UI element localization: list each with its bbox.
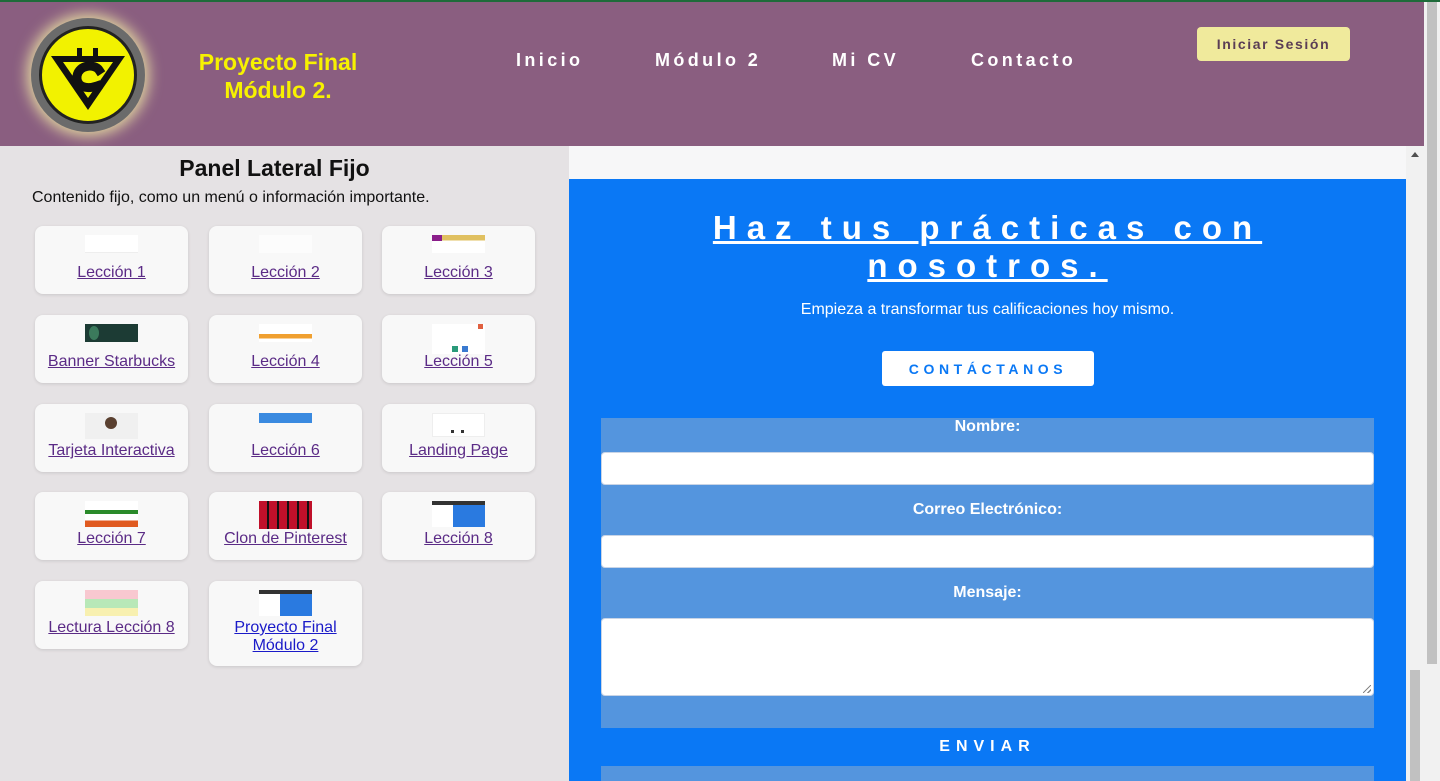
content-scrollbar-thumb[interactable] bbox=[1410, 670, 1420, 781]
brand-line-2: Módulo 2. bbox=[224, 77, 332, 103]
name-field[interactable] bbox=[601, 452, 1374, 485]
page-scrollbar[interactable] bbox=[1424, 2, 1440, 781]
lesson-thumbnail bbox=[259, 413, 312, 423]
name-label: Nombre: bbox=[954, 418, 1021, 435]
hero-subtitle: Empieza a transformar tus calificaciones… bbox=[800, 301, 1175, 318]
lesson-thumbnail bbox=[259, 501, 312, 529]
lesson-link[interactable]: Proyecto Final Módulo 2 bbox=[209, 619, 362, 655]
lesson-link[interactable]: Lección 6 bbox=[209, 442, 362, 460]
nav-mi-cv[interactable]: Mi CV bbox=[832, 50, 899, 71]
lesson-link[interactable]: Banner Starbucks bbox=[35, 353, 188, 371]
lesson-thumbnail bbox=[85, 235, 138, 253]
lesson-link[interactable]: Clon de Pinterest bbox=[209, 530, 362, 548]
lesson-link[interactable]: Lección 7 bbox=[35, 530, 188, 548]
main-top-strip bbox=[569, 146, 1406, 179]
lesson-thumbnail bbox=[432, 235, 485, 253]
lesson-thumbnail bbox=[432, 413, 485, 437]
sidebar-title: Panel Lateral Fijo bbox=[179, 155, 370, 181]
site-header: Proyecto Final Módulo 2. Inicio Módulo 2… bbox=[0, 2, 1424, 146]
lesson-thumbnail bbox=[432, 324, 485, 354]
logo-glyph bbox=[51, 48, 125, 110]
lesson-card[interactable]: Lectura Lección 8 bbox=[35, 581, 188, 649]
lesson-link[interactable]: Lección 1 bbox=[35, 264, 188, 282]
brand-title: Proyecto Final Módulo 2. bbox=[178, 48, 378, 104]
lesson-thumbnail bbox=[85, 590, 138, 616]
lesson-card[interactable]: Lección 2 bbox=[209, 226, 362, 294]
lesson-link[interactable]: Lectura Lección 8 bbox=[35, 619, 188, 637]
lesson-thumbnail bbox=[259, 235, 312, 253]
brand-line-1: Proyecto Final bbox=[198, 49, 358, 75]
lesson-thumbnail bbox=[259, 324, 312, 342]
send-button[interactable]: ENVIAR bbox=[601, 728, 1374, 766]
nav-inicio[interactable]: Inicio bbox=[516, 50, 583, 71]
lesson-card[interactable]: Banner Starbucks bbox=[35, 315, 188, 383]
hero-title: Haz tus prácticas con nosotros. bbox=[712, 209, 1263, 284]
lesson-card[interactable]: Landing Page bbox=[382, 404, 535, 472]
lesson-card[interactable]: Proyecto Final Módulo 2 bbox=[209, 581, 362, 666]
lesson-thumbnail bbox=[259, 590, 312, 616]
lesson-card[interactable]: Lección 4 bbox=[209, 315, 362, 383]
lesson-link[interactable]: Lección 4 bbox=[209, 353, 362, 371]
lesson-card[interactable]: Lección 1 bbox=[35, 226, 188, 294]
login-button[interactable]: Iniciar Sesión bbox=[1197, 27, 1350, 61]
lesson-link[interactable]: Lección 3 bbox=[382, 264, 535, 282]
lesson-card[interactable]: Lección 5 bbox=[382, 315, 535, 383]
lesson-link[interactable]: Lección 8 bbox=[382, 530, 535, 548]
contact-form: Nombre: Correo Electrónico: Mensaje: ENV… bbox=[601, 418, 1374, 781]
lesson-thumbnail bbox=[85, 501, 138, 527]
page-scrollbar-thumb[interactable] bbox=[1427, 2, 1437, 664]
scroll-up-arrow-icon[interactable] bbox=[1411, 152, 1419, 157]
main-content: Haz tus prácticas con nosotros. Empieza … bbox=[569, 179, 1406, 781]
message-label: Mensaje: bbox=[953, 584, 1022, 601]
lesson-card[interactable]: Lección 8 bbox=[382, 492, 535, 560]
contact-us-button[interactable]: CONTÁCTANOS bbox=[882, 351, 1094, 386]
sidebar-description: Contenido fijo, como un menú o informaci… bbox=[32, 189, 430, 206]
lesson-thumbnail bbox=[432, 501, 485, 527]
email-label: Correo Electrónico: bbox=[912, 501, 1063, 518]
fixed-sidebar: Panel Lateral Fijo Contenido fijo, como … bbox=[0, 146, 569, 781]
content-scrollbar[interactable] bbox=[1406, 146, 1424, 781]
lesson-link[interactable]: Landing Page bbox=[382, 442, 535, 460]
resize-handle-icon[interactable] bbox=[1363, 685, 1371, 693]
lesson-link[interactable]: Lección 5 bbox=[382, 353, 535, 371]
lesson-link[interactable]: Tarjeta Interactiva bbox=[35, 442, 188, 460]
lesson-card[interactable]: Lección 7 bbox=[35, 492, 188, 560]
bitcoin-logo-icon[interactable] bbox=[31, 18, 145, 132]
lesson-link[interactable]: Lección 2 bbox=[209, 264, 362, 282]
nav-modulo-2[interactable]: Módulo 2 bbox=[655, 50, 761, 71]
message-textarea[interactable] bbox=[601, 618, 1374, 696]
lesson-thumbnail bbox=[85, 324, 138, 342]
lesson-card[interactable]: Tarjeta Interactiva bbox=[35, 404, 188, 472]
lesson-card[interactable]: Lección 3 bbox=[382, 226, 535, 294]
email-field[interactable] bbox=[601, 535, 1374, 568]
lesson-card[interactable]: Lección 6 bbox=[209, 404, 362, 472]
lesson-thumbnail bbox=[85, 413, 138, 439]
lesson-card[interactable]: Clon de Pinterest bbox=[209, 492, 362, 560]
nav-contacto[interactable]: Contacto bbox=[971, 50, 1076, 71]
